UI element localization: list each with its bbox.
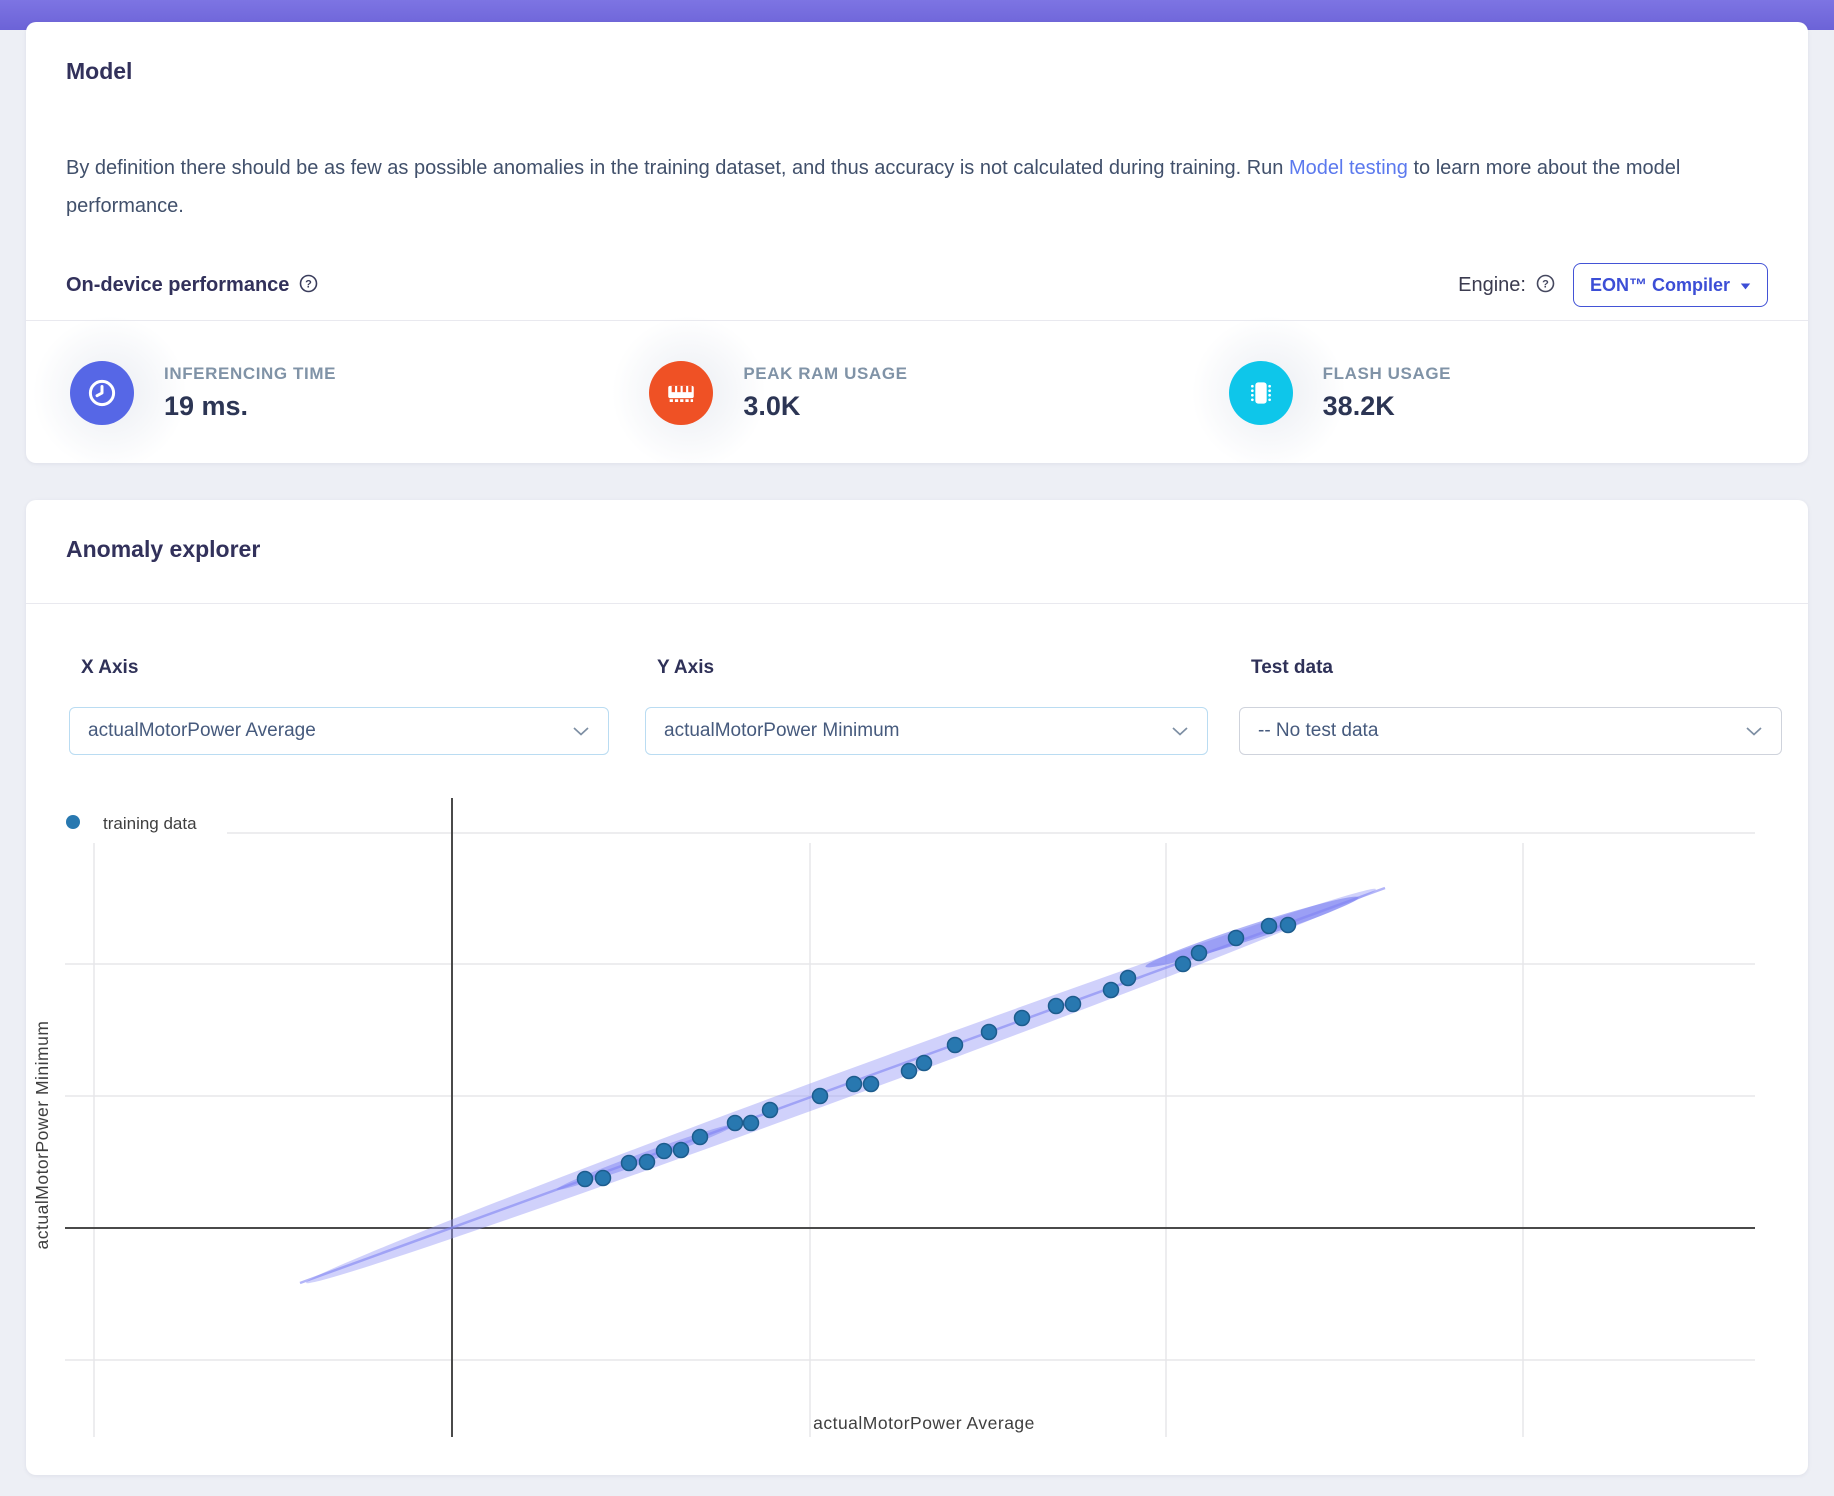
data-point[interactable] bbox=[811, 1087, 829, 1105]
data-point[interactable] bbox=[742, 1114, 760, 1132]
data-point[interactable] bbox=[691, 1128, 709, 1146]
test-data-select-value: -- No test data bbox=[1258, 720, 1379, 741]
y-axis-name-label: actualMotorPower Minimum bbox=[32, 1021, 52, 1250]
engine-help-icon[interactable]: ? bbox=[1536, 274, 1555, 299]
data-point[interactable] bbox=[862, 1075, 880, 1093]
model-description: By definition there should be as few as … bbox=[66, 149, 1746, 225]
legend-dot bbox=[66, 815, 80, 829]
data-point[interactable] bbox=[845, 1075, 863, 1093]
svg-text:?: ? bbox=[306, 278, 313, 290]
ram-icon bbox=[649, 361, 714, 425]
data-point[interactable] bbox=[980, 1023, 998, 1041]
y-axis-select-value: actualMotorPower Minimum bbox=[664, 720, 900, 741]
metric-inferencing-time: INFERENCING TIME 19 ms. bbox=[70, 361, 649, 425]
metric-value: 38.2K bbox=[1322, 391, 1395, 421]
data-point[interactable] bbox=[1227, 929, 1245, 947]
data-point[interactable] bbox=[655, 1142, 673, 1160]
chevron-down-icon bbox=[1171, 726, 1189, 737]
data-point[interactable] bbox=[1260, 917, 1278, 935]
data-point[interactable] bbox=[946, 1036, 964, 1054]
metric-value: 3.0K bbox=[743, 391, 801, 421]
model-description-text: By definition there should be as few as … bbox=[66, 157, 1289, 179]
y-axis-select[interactable]: actualMotorPower Minimum bbox=[645, 707, 1208, 755]
data-point[interactable] bbox=[726, 1114, 744, 1132]
anomaly-explorer-card: Anomaly explorer X Axis actualMotorPower… bbox=[26, 500, 1808, 1475]
engine-selector-value: EON™ Compiler bbox=[1589, 274, 1730, 295]
data-point[interactable] bbox=[1190, 944, 1208, 962]
engine-selector-button[interactable]: EON™ Compiler bbox=[1572, 263, 1768, 307]
data-point[interactable] bbox=[900, 1062, 918, 1080]
on-device-performance-help-icon[interactable]: ? bbox=[299, 274, 318, 299]
test-data-control: Test data -- No test data bbox=[1239, 657, 1782, 755]
metric-flash-usage: FLASH USAGE 38.2K bbox=[1228, 361, 1808, 425]
metric-value: 19 ms. bbox=[164, 391, 249, 421]
x-axis-select-value: actualMotorPower Average bbox=[88, 720, 316, 741]
test-data-select[interactable]: -- No test data bbox=[1239, 707, 1782, 755]
data-point[interactable] bbox=[1174, 955, 1192, 973]
data-point[interactable] bbox=[1102, 981, 1120, 999]
chart-grid bbox=[65, 832, 1755, 1437]
x-axis-label: X Axis bbox=[81, 657, 139, 678]
on-device-performance-row: On-device performance ? Engine: ? EON™ C… bbox=[66, 263, 1768, 307]
cluster-center-line bbox=[299, 886, 1386, 1285]
engine-label: Engine: bbox=[1458, 273, 1526, 296]
chevron-down-icon bbox=[572, 726, 590, 737]
data-point[interactable] bbox=[761, 1101, 779, 1119]
anomaly-scatter-chart[interactable]: training data actualMotorPower Average act… bbox=[26, 500, 1808, 1475]
chip-icon bbox=[1228, 361, 1293, 425]
chevron-down-icon bbox=[1745, 726, 1763, 737]
x-axis-name-label: actualMotorPower Average bbox=[813, 1413, 1035, 1433]
data-point[interactable] bbox=[672, 1141, 690, 1159]
x-axis-select[interactable]: actualMotorPower Average bbox=[69, 707, 609, 755]
chart-legend[interactable]: training data bbox=[66, 814, 197, 833]
y-axis-label: Y Axis bbox=[657, 657, 715, 678]
data-point[interactable] bbox=[594, 1169, 612, 1187]
y-axis-control: Y Axis actualMotorPower Minimum bbox=[645, 657, 1208, 755]
data-point[interactable] bbox=[1119, 969, 1137, 987]
anomaly-explorer-controls: X Axis actualMotorPower Average Y Axis a… bbox=[26, 657, 1808, 755]
divider bbox=[26, 603, 1808, 604]
anomaly-explorer-title: Anomaly explorer bbox=[66, 536, 261, 562]
model-testing-link[interactable]: Model testing bbox=[1289, 157, 1408, 179]
on-device-performance-title: On-device performance bbox=[66, 273, 290, 296]
legend-label: training data bbox=[103, 814, 197, 833]
metric-label: PEAK RAM USAGE bbox=[743, 364, 908, 383]
metric-peak-ram-usage: PEAK RAM USAGE 3.0K bbox=[649, 361, 1228, 425]
clock-icon bbox=[70, 361, 134, 425]
model-card: Model By definition there should be as f… bbox=[26, 22, 1808, 463]
x-axis-control: X Axis actualMotorPower Average bbox=[69, 657, 609, 755]
data-point[interactable] bbox=[638, 1153, 656, 1171]
on-device-performance-metrics: INFERENCING TIME 19 ms. PEAK RAM USAGE 3… bbox=[26, 321, 1808, 465]
data-point[interactable] bbox=[915, 1054, 933, 1072]
data-point[interactable] bbox=[1013, 1009, 1031, 1027]
svg-text:?: ? bbox=[1542, 278, 1549, 290]
data-point[interactable] bbox=[1047, 997, 1065, 1015]
data-point[interactable] bbox=[576, 1170, 594, 1188]
metric-label: FLASH USAGE bbox=[1322, 364, 1452, 383]
data-point[interactable] bbox=[1279, 916, 1297, 934]
test-data-label: Test data bbox=[1251, 657, 1334, 678]
caret-down-icon bbox=[1740, 283, 1751, 290]
data-point[interactable] bbox=[620, 1154, 638, 1172]
model-card-title: Model bbox=[66, 58, 133, 84]
metric-label: INFERENCING TIME bbox=[164, 364, 337, 383]
data-point[interactable] bbox=[1064, 995, 1082, 1013]
anomaly-ellipses bbox=[299, 886, 1386, 1285]
